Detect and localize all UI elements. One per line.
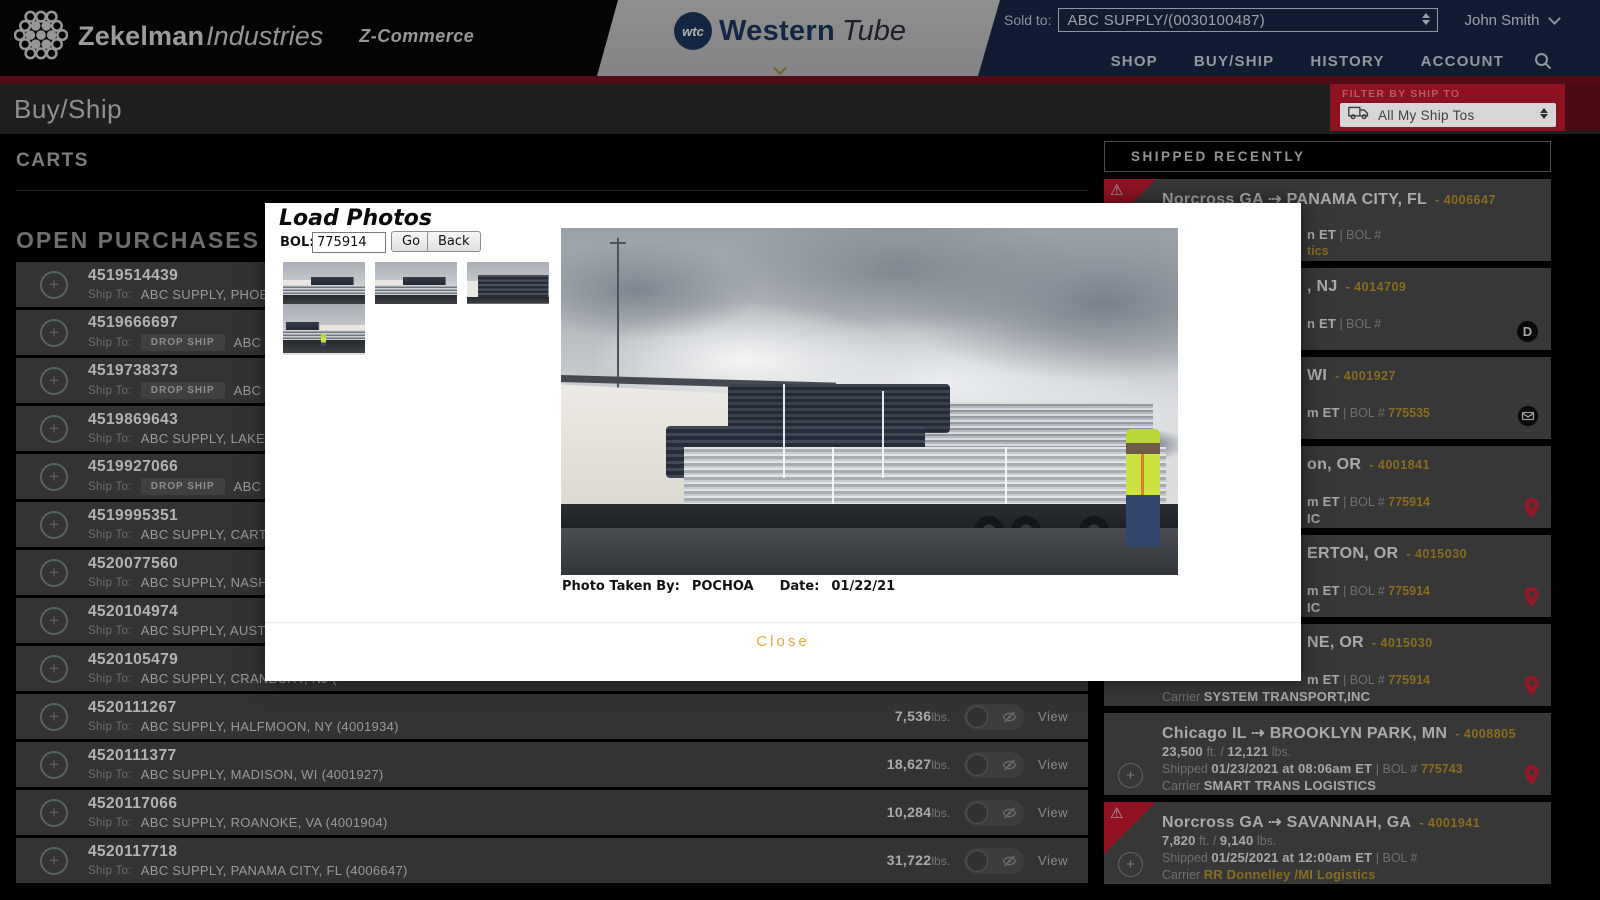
truck-icon: [1348, 105, 1370, 125]
ship-to-filter-select[interactable]: All My Ship Tos: [1340, 103, 1556, 127]
photo-thumbnail[interactable]: [283, 304, 365, 355]
bol-input[interactable]: [312, 232, 386, 253]
filter-value: All My Ship Tos: [1378, 108, 1475, 123]
select-spinner-icon: [1540, 108, 1548, 119]
date-label: Date:: [780, 579, 820, 594]
photo-by-value: POCHOA: [692, 579, 754, 594]
load-photo-main[interactable]: [561, 228, 1178, 575]
photo-strap: [1005, 447, 1007, 506]
photo-thumbnail[interactable]: [375, 262, 457, 304]
photo-ground: [561, 528, 1178, 575]
photo-strap: [783, 384, 785, 478]
photo-strap: [882, 391, 884, 478]
photo-pipe-stack: [684, 447, 1165, 506]
photo-strap: [832, 447, 834, 506]
close-button[interactable]: Close: [756, 633, 809, 650]
photo-thumbnail[interactable]: [467, 262, 549, 304]
modal-title: Load Photos: [279, 206, 432, 231]
filter-label: FILTER BY SHIP TO: [1342, 88, 1460, 100]
load-photos-modal: Load Photos BOL: Go Back Photo Taken By:…: [265, 203, 1301, 681]
modal-footer: Close: [265, 622, 1301, 651]
filter-by-ship-to-panel: FILTER BY SHIP TO All My Ship Tos: [1330, 84, 1565, 131]
date-value: 01/22/21: [831, 579, 895, 594]
photo-caption: Photo Taken By: POCHOA Date: 01/22/21: [562, 579, 907, 594]
photo-by-label: Photo Taken By:: [562, 579, 680, 594]
photo-worker: [1126, 429, 1160, 547]
photo-light-pole: [617, 238, 619, 391]
back-button[interactable]: Back: [427, 231, 481, 252]
bol-label: BOL:: [280, 235, 314, 250]
photo-thumbnail[interactable]: [283, 262, 365, 304]
go-button[interactable]: Go: [391, 231, 431, 252]
